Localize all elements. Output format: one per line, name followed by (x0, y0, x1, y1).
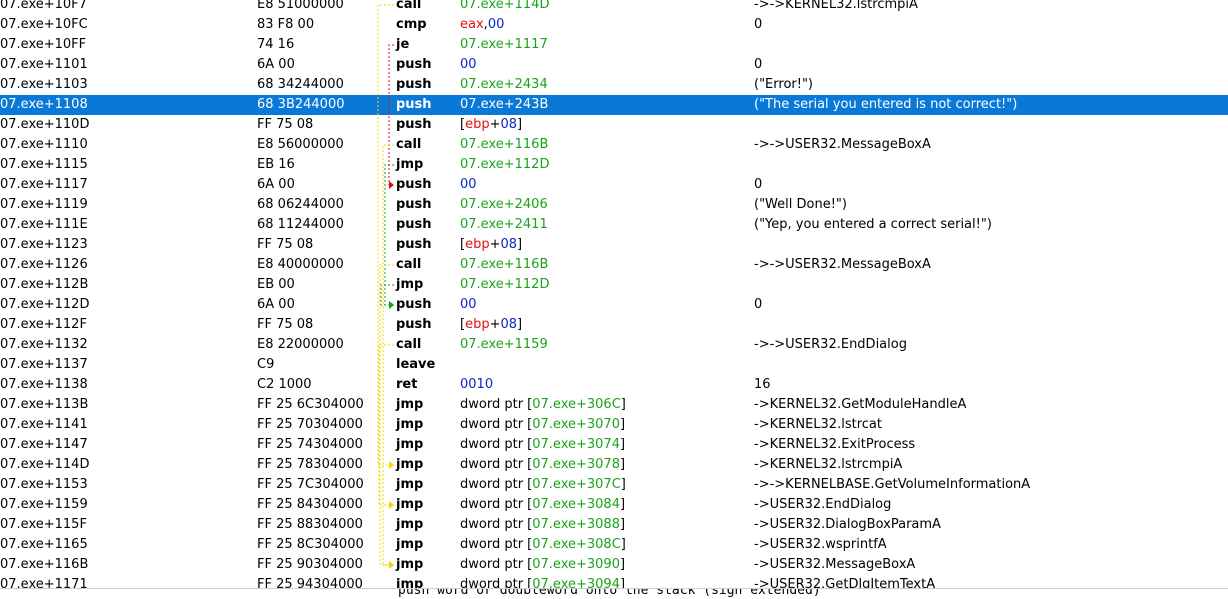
jump-arrowhead (389, 501, 394, 509)
jump-line (379, 264, 394, 566)
jump-arrowhead (389, 301, 394, 309)
jump-arrows (377, 4, 394, 569)
opcode-description: push word or doubleword onto the stack (… (398, 588, 821, 598)
jump-line (388, 44, 394, 186)
status-bar: push word or doubleword onto the stack (… (0, 588, 1228, 599)
jump-arrowhead (389, 561, 394, 569)
jump-arrowhead (389, 181, 394, 189)
jump-arrowhead (389, 461, 394, 469)
disassembler-view[interactable]: 07.exe+10F7 E8 51000000 call 07.exe+114D ->-… (0, 0, 1228, 588)
jump-line (378, 344, 394, 506)
